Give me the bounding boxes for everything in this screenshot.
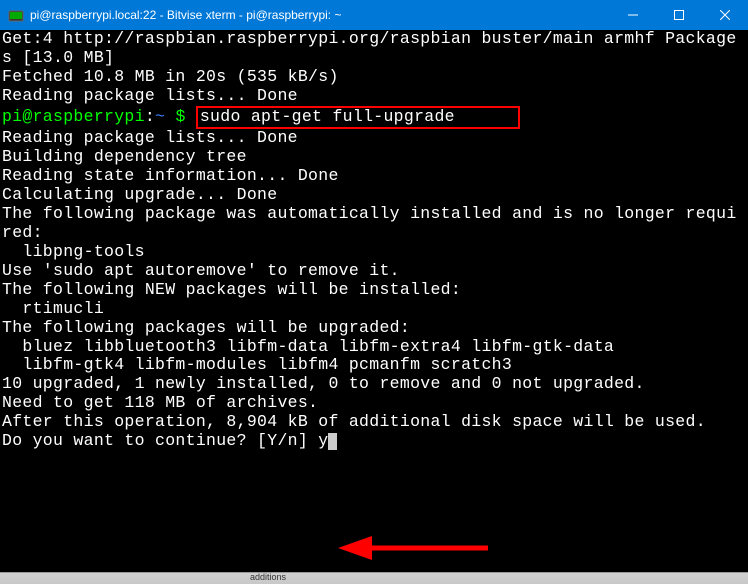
taskbar-text: additions bbox=[250, 572, 286, 582]
close-button[interactable] bbox=[702, 0, 748, 30]
cursor bbox=[328, 433, 337, 450]
output-line: libfm-gtk4 libfm-modules libfm4 pcmanfm … bbox=[2, 356, 746, 375]
output-line: The following packages will be upgraded: bbox=[2, 319, 746, 338]
output-line: Fetched 10.8 MB in 20s (535 kB/s) bbox=[2, 68, 746, 87]
terminal-output[interactable]: Get:4 http://raspbian.raspberrypi.org/ra… bbox=[0, 30, 748, 451]
output-line: Need to get 118 MB of archives. bbox=[2, 394, 746, 413]
prompt-symbol: $ bbox=[175, 107, 185, 126]
taskbar-fragment: additions bbox=[0, 572, 748, 584]
output-line: Calculating upgrade... Done bbox=[2, 186, 746, 205]
app-icon bbox=[8, 7, 24, 23]
output-line: The following package was automatically … bbox=[2, 205, 746, 243]
prompt-colon: : bbox=[145, 107, 155, 126]
output-line: Reading state information... Done bbox=[2, 167, 746, 186]
prompt-continue: Do you want to continue? [Y/n] y bbox=[2, 432, 746, 451]
output-line: bluez libbluetooth3 libfm-data libfm-ext… bbox=[2, 338, 746, 357]
window-controls bbox=[610, 0, 748, 30]
output-line: Get:4 http://raspbian.raspberrypi.org/ra… bbox=[2, 30, 746, 68]
output-line: Building dependency tree bbox=[2, 148, 746, 167]
output-line: The following NEW packages will be insta… bbox=[2, 281, 746, 300]
prompt-user: pi@raspberrypi bbox=[2, 107, 145, 126]
output-line: 10 upgraded, 1 newly installed, 0 to rem… bbox=[2, 375, 746, 394]
output-line: rtimucli bbox=[2, 300, 746, 319]
command-highlight-box: sudo apt-get full-upgrade bbox=[196, 106, 520, 129]
arrow-annotation bbox=[338, 533, 498, 568]
output-line: After this operation, 8,904 kB of additi… bbox=[2, 413, 746, 432]
prompt-path: ~ bbox=[155, 107, 165, 126]
window-titlebar: pi@raspberrypi.local:22 - Bitvise xterm … bbox=[0, 0, 748, 30]
output-line: Reading package lists... Done bbox=[2, 87, 746, 106]
minimize-button[interactable] bbox=[610, 0, 656, 30]
prompt-line: pi@raspberrypi:~ $ sudo apt-get full-upg… bbox=[2, 106, 746, 129]
output-line: libpng-tools bbox=[2, 243, 746, 262]
output-line: Reading package lists... Done bbox=[2, 129, 746, 148]
maximize-button[interactable] bbox=[656, 0, 702, 30]
output-line: Use 'sudo apt autoremove' to remove it. bbox=[2, 262, 746, 281]
command-text: sudo apt-get full-upgrade bbox=[200, 107, 455, 126]
window-title: pi@raspberrypi.local:22 - Bitvise xterm … bbox=[30, 8, 610, 22]
user-input: y bbox=[318, 431, 328, 450]
